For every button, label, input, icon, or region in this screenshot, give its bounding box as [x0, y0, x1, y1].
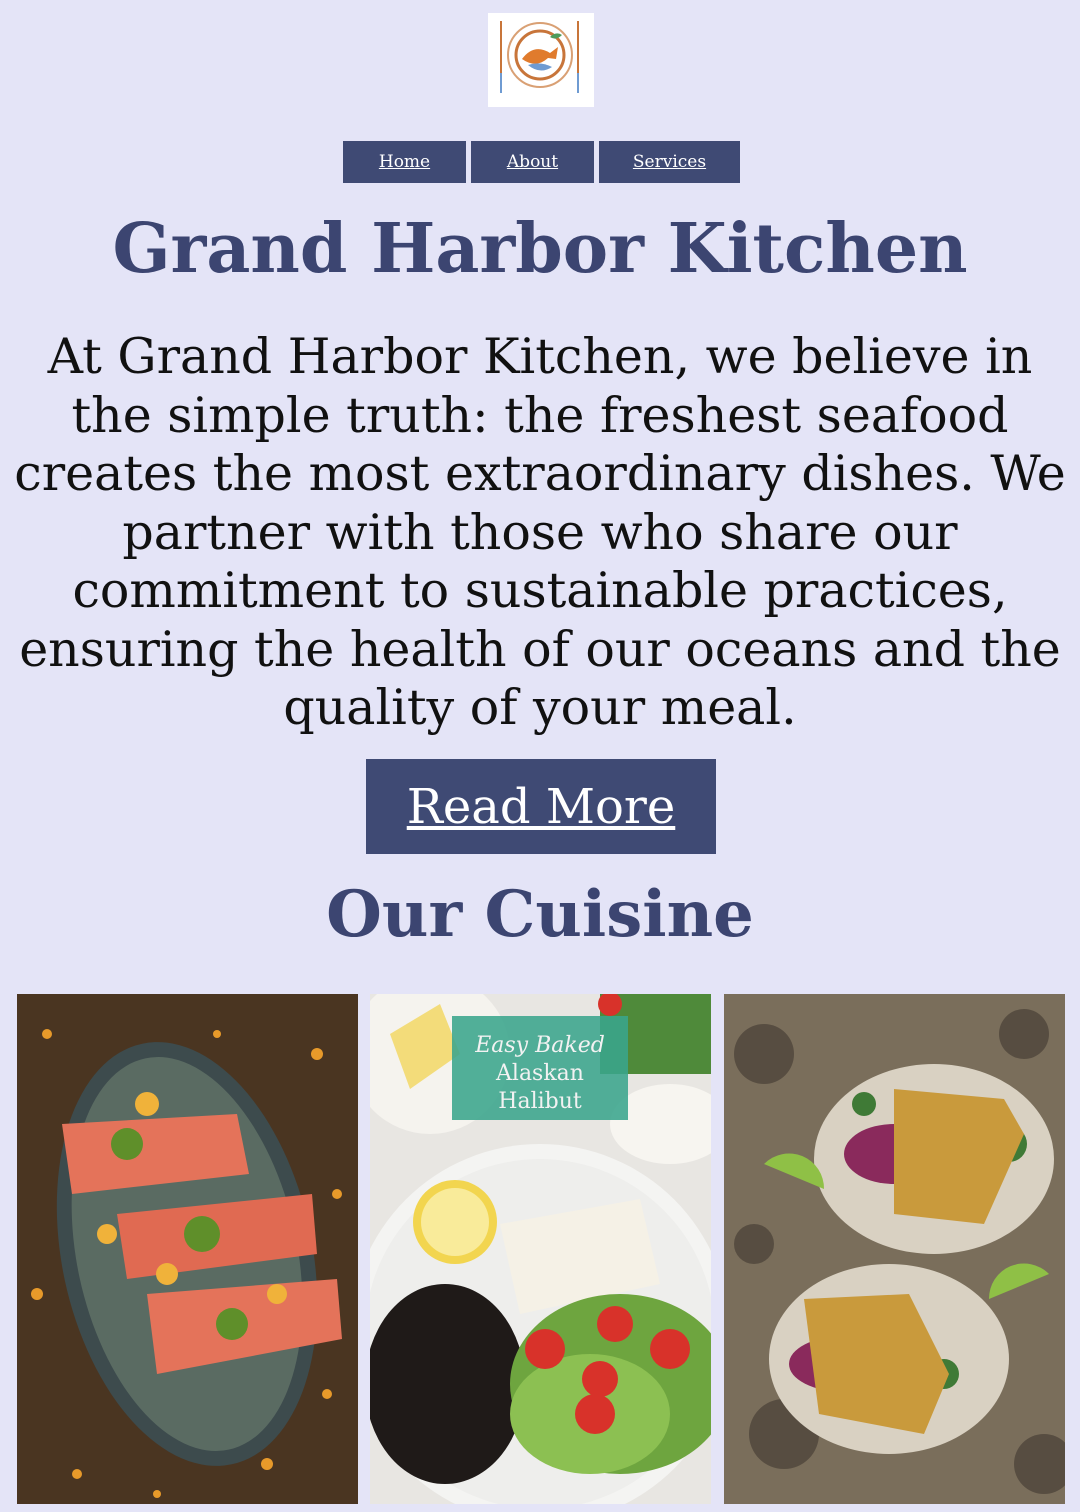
nav-about-link[interactable]: About	[471, 141, 594, 183]
restaurant-logo[interactable]	[488, 13, 594, 107]
read-more-button[interactable]: Read More	[366, 759, 716, 854]
halibut-dish-image[interactable]: Easy Baked Alaskan Halibut	[370, 994, 711, 1504]
cuisine-heading: Our Cuisine	[326, 877, 754, 952]
intro-paragraph: At Grand Harbor Kitchen, we believe in t…	[14, 328, 1066, 736]
nav-home-link[interactable]: Home	[343, 141, 466, 183]
fish-plate-logo-icon	[500, 21, 579, 93]
page-title: Grand Harbor Kitchen	[112, 209, 968, 289]
photo-caption-line-1: Easy Baked	[474, 1033, 605, 1058]
nav-services-link[interactable]: Services	[599, 141, 740, 183]
photo-caption-line-2: Alaskan	[495, 1061, 584, 1086]
salmon-dish-image[interactable]	[17, 994, 358, 1504]
main-nav: Home About Services	[343, 141, 740, 183]
photo-caption-line-3: Halibut	[498, 1089, 582, 1114]
fish-taco-dish-image[interactable]	[724, 994, 1065, 1504]
